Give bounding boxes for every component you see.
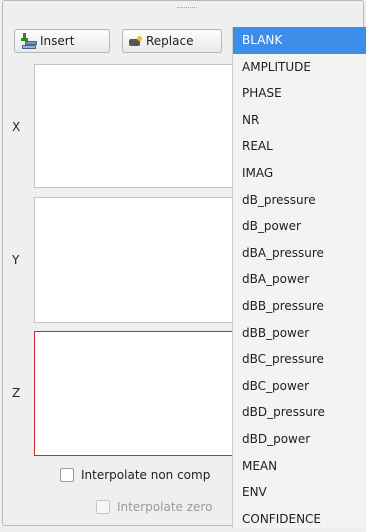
z-expression-field[interactable] xyxy=(34,331,264,456)
x-axis-label: X xyxy=(12,120,21,134)
dropdown-option-phase[interactable]: PHASE xyxy=(233,80,366,107)
function-dropdown-list[interactable]: BLANK AMPLITUDE PHASE NR REAL IMAG dB_pr… xyxy=(232,27,366,528)
dropdown-option-dbd-pressure[interactable]: dBD_pressure xyxy=(233,399,366,426)
insert-row-icon xyxy=(21,33,37,49)
insert-button[interactable]: Insert xyxy=(14,29,110,53)
interpolate-non-label: Interpolate non comp xyxy=(81,468,211,482)
dropdown-option-amplitude[interactable]: AMPLITUDE xyxy=(233,54,366,81)
dropdown-option-blank[interactable]: BLANK xyxy=(233,27,366,54)
resize-grip[interactable] xyxy=(177,7,197,10)
y-axis-label: Y xyxy=(12,253,20,267)
interpolate-non-option[interactable]: Interpolate non comp xyxy=(60,468,210,482)
dropdown-option-dbc-power[interactable]: dBC_power xyxy=(233,373,366,400)
dropdown-option-dbc-pressure[interactable]: dBC_pressure xyxy=(233,346,366,373)
z-axis-label: Z xyxy=(12,386,21,400)
dropdown-option-dbb-power[interactable]: dBB_power xyxy=(233,320,366,347)
dropdown-option-mean[interactable]: MEAN xyxy=(233,453,366,480)
dropdown-option-dbd-power[interactable]: dBD_power xyxy=(233,426,366,453)
interpolate-non-checkbox[interactable] xyxy=(60,468,74,482)
insert-button-label: Insert xyxy=(40,34,75,48)
x-expression-field[interactable] xyxy=(34,64,264,188)
replace-icon xyxy=(129,36,143,46)
replace-button-label: Replace xyxy=(146,34,194,48)
dropdown-option-real[interactable]: REAL xyxy=(233,133,366,160)
dropdown-option-db-pressure[interactable]: dB_pressure xyxy=(233,187,366,214)
dropdown-option-nr[interactable]: NR xyxy=(233,107,366,134)
replace-button[interactable]: Replace xyxy=(122,29,222,53)
dropdown-option-confidence[interactable]: CONFIDENCE xyxy=(233,506,366,532)
interpolate-zero-option: Interpolate zero xyxy=(96,500,212,514)
dropdown-option-db-power[interactable]: dB_power xyxy=(233,213,366,240)
dropdown-option-env[interactable]: ENV xyxy=(233,479,366,506)
y-expression-field[interactable] xyxy=(34,197,264,323)
dropdown-option-dba-pressure[interactable]: dBA_pressure xyxy=(233,240,366,267)
dropdown-option-imag[interactable]: IMAG xyxy=(233,160,366,187)
dropdown-option-dbb-pressure[interactable]: dBB_pressure xyxy=(233,293,366,320)
interpolate-zero-label: Interpolate zero xyxy=(117,500,213,514)
dropdown-option-dba-power[interactable]: dBA_power xyxy=(233,266,366,293)
interpolate-zero-checkbox xyxy=(96,500,110,514)
